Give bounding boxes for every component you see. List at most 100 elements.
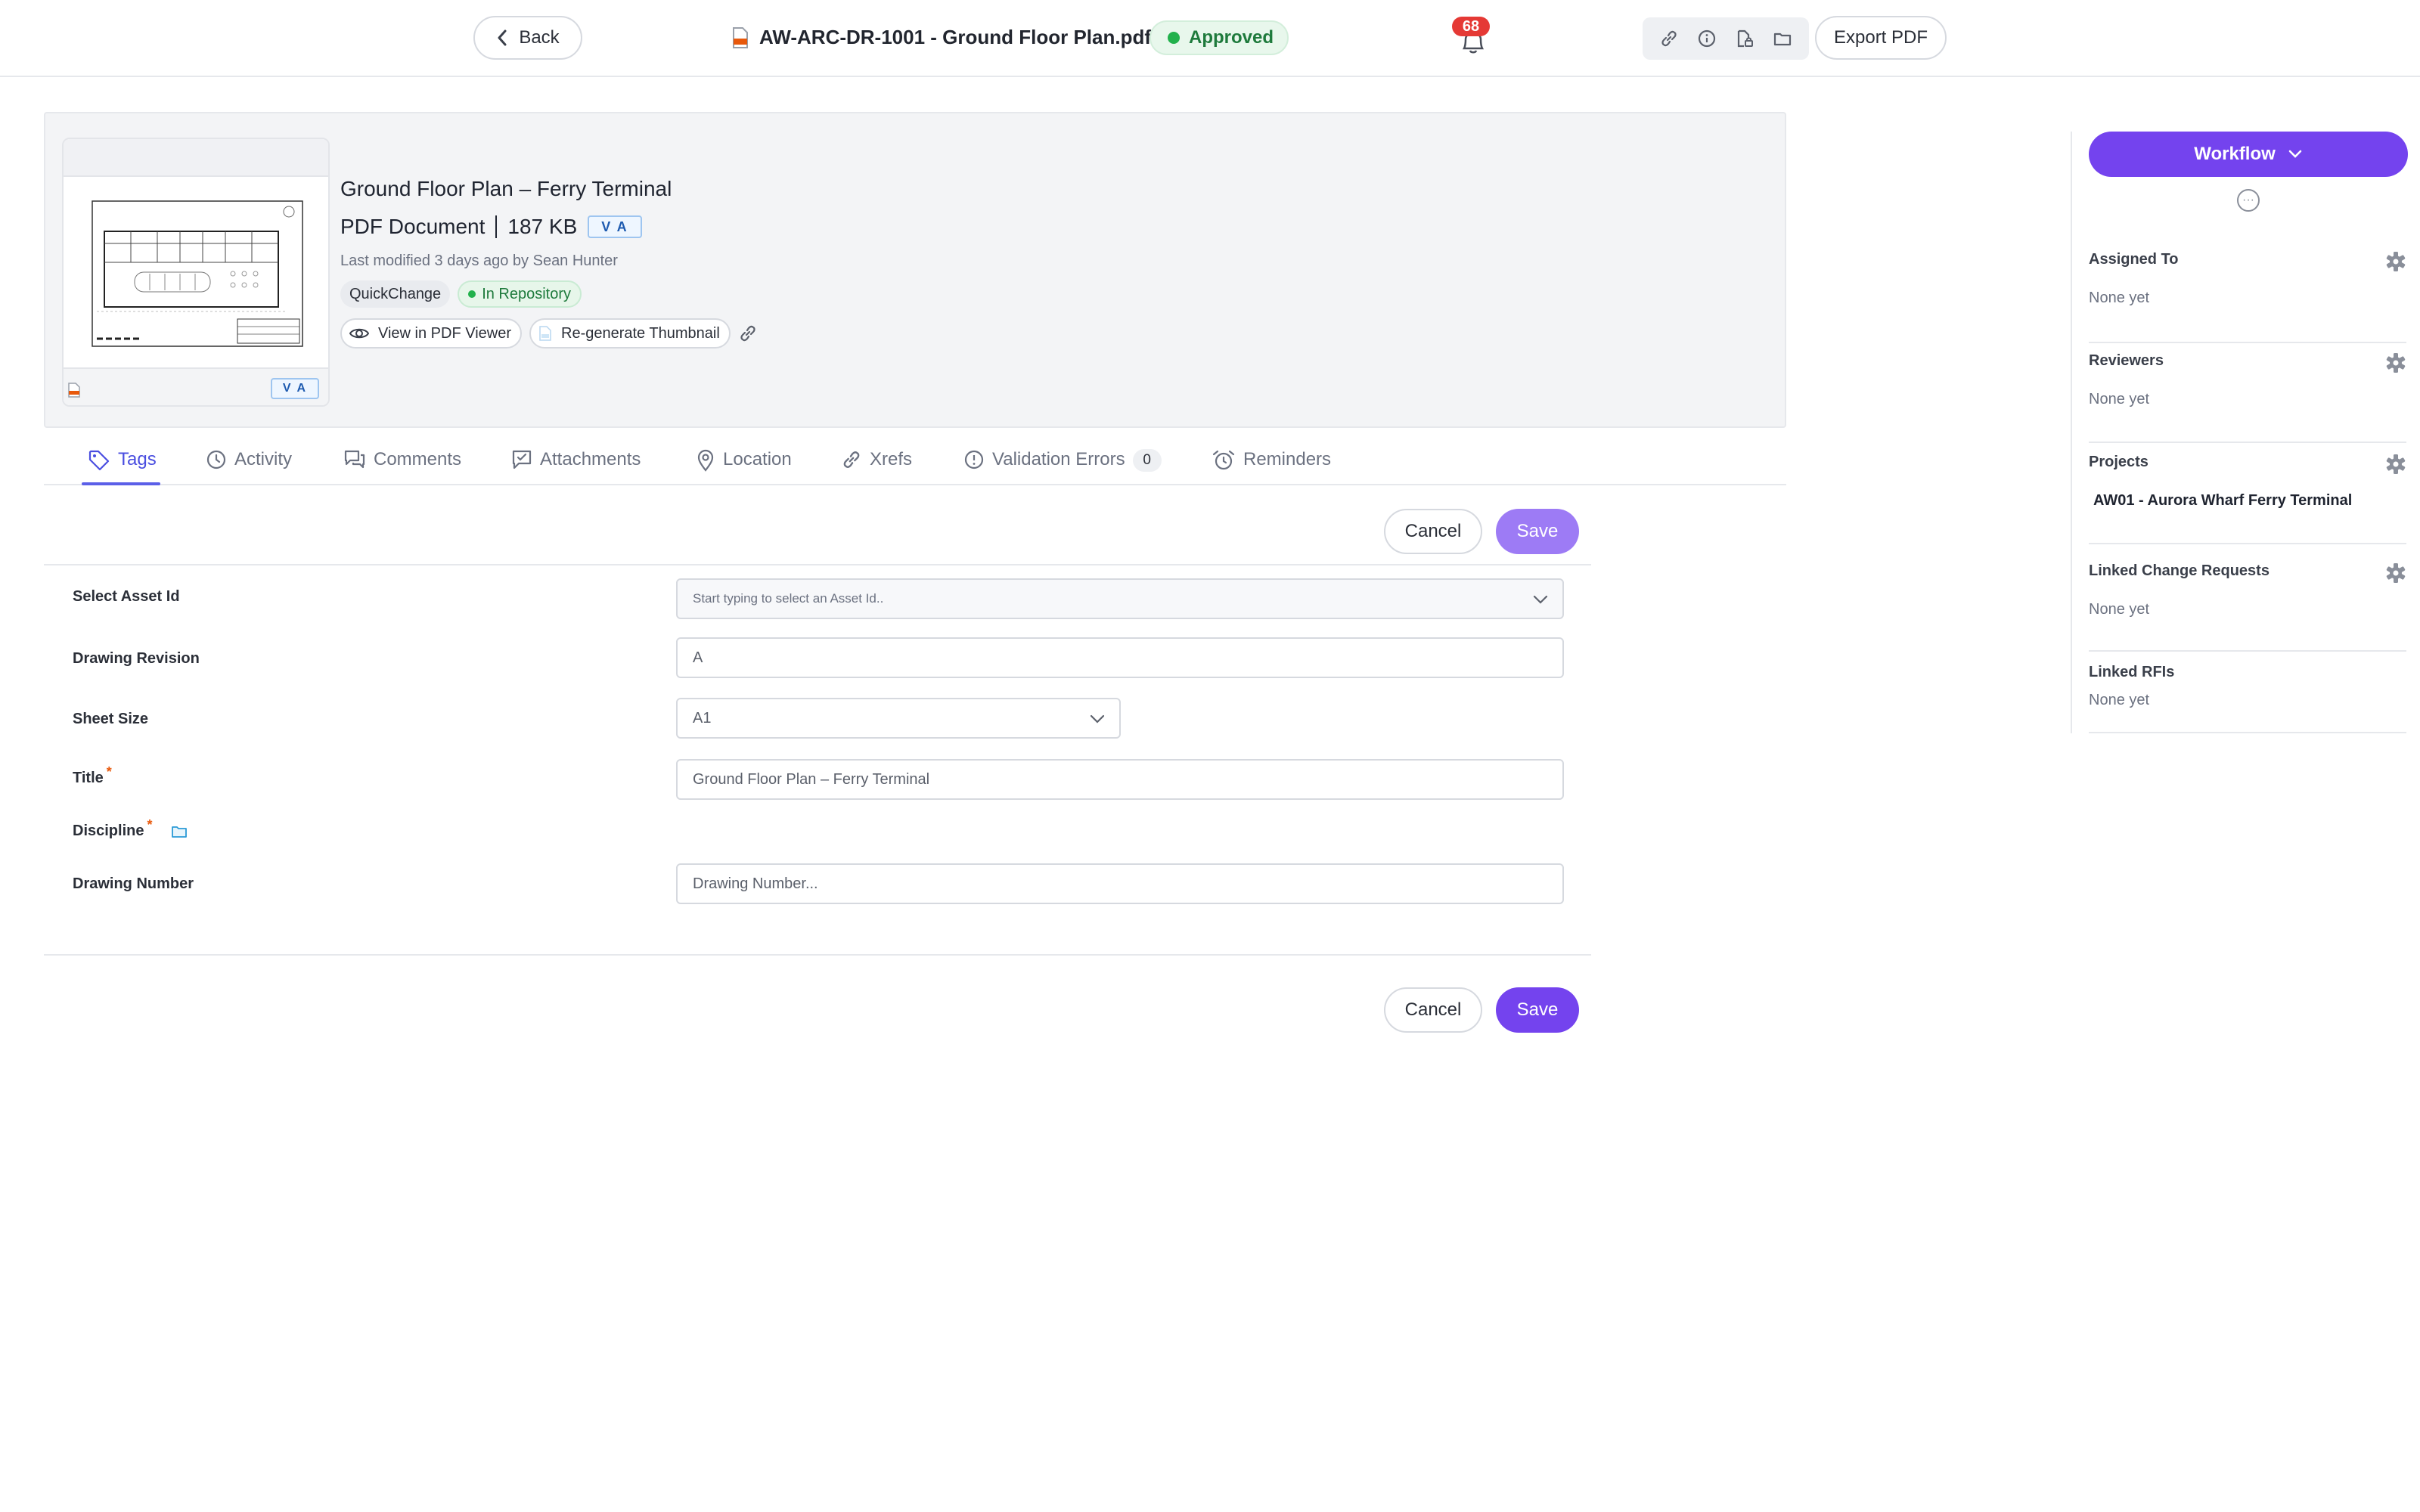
last-modified-text: Last modified 3 days ago by Sean Hunter: [340, 253, 618, 269]
save-button-bottom[interactable]: Save: [1496, 987, 1579, 1033]
projects-title: Projects: [2089, 454, 2149, 470]
tab-label: Location: [723, 449, 792, 469]
linked-rfis-title: Linked RFIs: [2089, 664, 2175, 680]
folder-icon[interactable]: [1770, 26, 1795, 51]
linked-change-requests-value: None yet: [2089, 601, 2150, 618]
tab-label: Comments: [374, 449, 462, 469]
tab-label: Attachments: [540, 449, 641, 469]
required-marker: *: [106, 764, 112, 779]
linked-change-requests-section: Linked Change Requests None yet: [2089, 562, 2406, 652]
notification-count-badge: 68: [1452, 17, 1490, 36]
more-options-icon[interactable]: ···: [2237, 189, 2260, 212]
title-input[interactable]: Ground Floor Plan – Ferry Terminal: [676, 759, 1564, 800]
alert-circle-icon: [964, 450, 984, 469]
project-link[interactable]: AW01 - Aurora Wharf Ferry Terminal: [2093, 492, 2406, 510]
discipline-label: Discipline *: [73, 817, 188, 840]
drawing-revision-input[interactable]: A: [676, 637, 1564, 678]
document-type: PDF Document: [340, 215, 486, 238]
document-actions: View in PDF Viewer Re-generate Thumbnail: [340, 318, 758, 349]
regenerate-thumbnail-button[interactable]: Re-generate Thumbnail: [529, 318, 731, 349]
document-info: Ground Floor Plan – Ferry Terminal PDF D…: [340, 177, 758, 349]
thumbnail-version-badge: V A: [270, 378, 319, 399]
drawing-revision-label: Drawing Revision: [73, 650, 200, 667]
view-in-pdf-viewer-label: View in PDF Viewer: [378, 324, 511, 342]
sheet-size-select[interactable]: A1: [676, 698, 1121, 739]
cancel-button-top[interactable]: Cancel: [1384, 509, 1482, 554]
form-divider-top: [44, 564, 1591, 565]
chevron-down-icon: [1090, 714, 1105, 723]
folder-icon[interactable]: [171, 824, 188, 839]
chevron-down-icon: [2288, 150, 2302, 158]
chevron-down-icon: [1533, 595, 1548, 604]
cancel-button-bottom[interactable]: Cancel: [1384, 987, 1482, 1033]
gear-icon[interactable]: [2385, 251, 2406, 272]
document-size: 187 KB: [507, 215, 578, 238]
view-in-pdf-viewer-button[interactable]: View in PDF Viewer: [340, 318, 522, 349]
export-pdf-label: Export PDF: [1833, 27, 1928, 48]
image-icon: [539, 326, 551, 341]
export-pdf-button[interactable]: Export PDF: [1815, 16, 1947, 60]
assigned-to-value: None yet: [2089, 290, 2150, 306]
sheet-size-value: A1: [693, 709, 712, 727]
floor-plan-thumbnail-image: [92, 200, 303, 347]
asset-id-select[interactable]: Start typing to select an Asset Id..: [676, 578, 1564, 619]
gear-icon[interactable]: [2385, 562, 2406, 584]
status-dot: [1168, 32, 1180, 44]
tab-attachments[interactable]: Attachments: [511, 446, 641, 485]
back-button[interactable]: Back: [473, 16, 582, 60]
gear-icon[interactable]: [2385, 454, 2406, 475]
location-pin-icon: [697, 449, 714, 472]
notifications-button[interactable]: 68: [1450, 17, 1493, 54]
right-panel: Workflow ··· Assigned To None yet Review…: [2071, 132, 2408, 733]
document-type-row: PDF Document 187 KB V A: [340, 215, 758, 239]
link-icon[interactable]: [1656, 26, 1682, 51]
reviewers-value: None yet: [2089, 391, 2150, 407]
tab-xrefs[interactable]: Xrefs: [841, 446, 912, 485]
divider: [495, 215, 498, 238]
document-title: AW-ARC-DR-1001 - Ground Floor Plan.pdf: [732, 26, 1151, 49]
assigned-to-section: Assigned To None yet: [2089, 251, 2406, 343]
discipline-label-text: Discipline: [73, 823, 144, 839]
repository-status-dot: [468, 290, 476, 298]
attachment-icon: [512, 450, 532, 469]
document-header-card: V A Ground Floor Plan – Ferry Terminal P…: [44, 112, 1786, 428]
sheet-size-label: Sheet Size: [73, 711, 149, 727]
linked-change-requests-title: Linked Change Requests: [2089, 562, 2270, 579]
comments-icon: [344, 450, 365, 469]
active-tab-indicator: [82, 482, 160, 485]
title-label: Title *: [73, 764, 112, 787]
save-button-top[interactable]: Save: [1496, 509, 1579, 554]
form-divider-bottom: [44, 954, 1591, 956]
in-repository-label: In Repository: [482, 285, 572, 302]
linked-rfis-section: Linked RFIs None yet: [2089, 664, 2406, 733]
tag-icon: [88, 450, 110, 471]
link-icon[interactable]: [738, 324, 758, 343]
document-chips: QuickChange In Repository: [340, 280, 758, 308]
tab-validation-errors[interactable]: Validation Errors 0: [963, 446, 1162, 485]
workflow-label: Workflow: [2194, 144, 2276, 164]
alarm-icon: [1212, 450, 1235, 470]
file-lock-icon[interactable]: [1732, 26, 1758, 51]
tab-location[interactable]: Location: [696, 446, 792, 485]
tab-comments[interactable]: Comments: [343, 446, 461, 485]
workflow-button[interactable]: Workflow: [2089, 132, 2408, 177]
gear-icon[interactable]: [2385, 352, 2406, 373]
validation-error-count: 0: [1132, 449, 1162, 472]
tab-reminders[interactable]: Reminders: [1212, 446, 1331, 485]
asset-id-placeholder: Start typing to select an Asset Id..: [693, 591, 884, 606]
in-repository-chip: In Repository: [458, 280, 582, 308]
back-label: Back: [519, 27, 560, 48]
status-label: Approved: [1189, 27, 1274, 48]
tab-activity[interactable]: Activity: [206, 446, 292, 485]
quickchange-chip: QuickChange: [340, 280, 451, 308]
projects-section: Projects AW01 - Aurora Wharf Ferry Termi…: [2089, 454, 2406, 544]
tab-bar: Tags Activity Comments Attachments Locat…: [44, 446, 1786, 485]
linked-rfis-value: None yet: [2089, 692, 2150, 708]
title-value: Ground Floor Plan – Ferry Terminal: [693, 770, 930, 788]
tab-label: Validation Errors: [992, 449, 1125, 469]
info-icon[interactable]: [1694, 26, 1720, 51]
reviewers-section: Reviewers None yet: [2089, 352, 2406, 443]
document-thumbnail[interactable]: V A: [62, 138, 330, 407]
drawing-number-input[interactable]: Drawing Number...: [676, 863, 1564, 904]
tab-tags[interactable]: Tags: [88, 446, 157, 485]
